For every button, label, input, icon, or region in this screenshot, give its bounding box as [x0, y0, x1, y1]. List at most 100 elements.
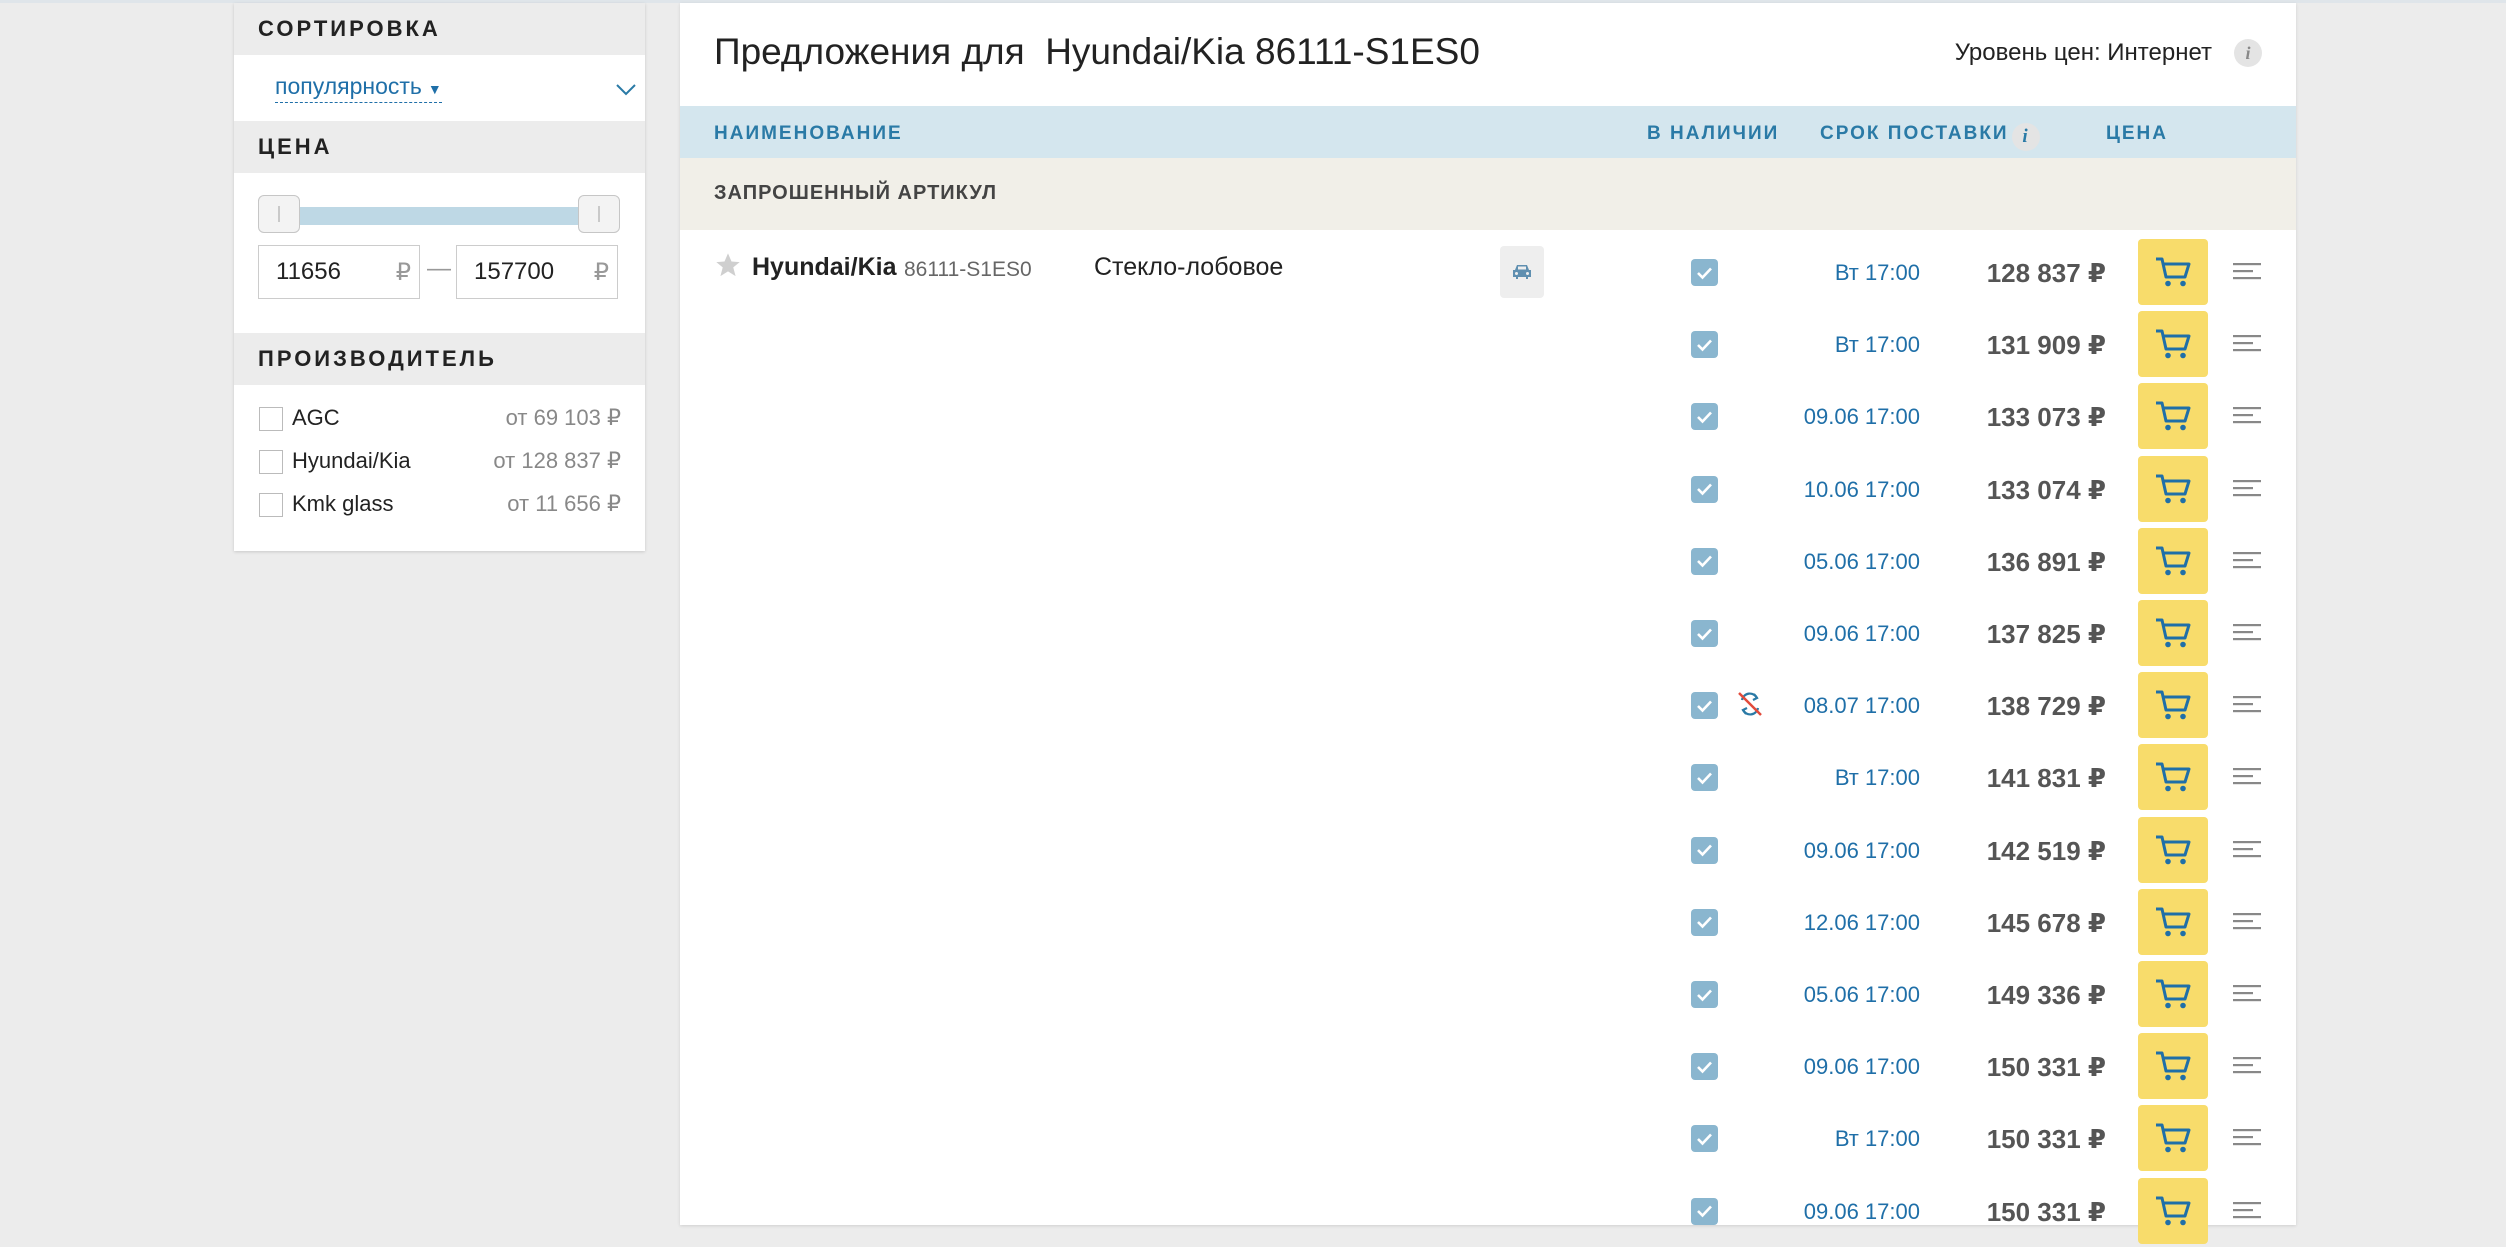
manufacturer-item-agc[interactable]: AGC от 69 103 ₽	[234, 397, 645, 440]
in-stock-checkbox[interactable]	[1691, 259, 1718, 286]
add-to-cart-button[interactable]	[2138, 888, 2208, 955]
add-to-cart-button[interactable]	[2138, 1105, 2208, 1172]
checkmark-icon	[1697, 411, 1712, 424]
filters-sidebar: СОРТИРОВКА популярность ▼ ЦЕНА 11656 ₽ — …	[234, 3, 645, 551]
add-to-cart-button[interactable]	[2138, 239, 2208, 305]
add-to-cart-button[interactable]	[2138, 455, 2208, 522]
in-stock-checkbox[interactable]	[1691, 981, 1718, 1008]
manufacturer-min-price: от 128 837 ₽	[493, 448, 621, 473]
cart-icon	[2156, 1123, 2191, 1153]
cart-icon	[2156, 618, 2191, 648]
price-slider-track[interactable]	[262, 207, 598, 225]
checkmark-icon	[1697, 844, 1712, 857]
in-stock-checkbox[interactable]	[1691, 836, 1718, 864]
cart-icon	[2156, 329, 2191, 359]
in-stock-checkbox[interactable]	[1691, 1197, 1718, 1225]
details-menu-icon[interactable]	[2231, 982, 2263, 1008]
in-stock-checkbox[interactable]	[1691, 331, 1718, 359]
details-menu-icon[interactable]	[2231, 260, 2263, 286]
price-slider-max-handle[interactable]	[578, 195, 620, 233]
delivery-date: Вт 17:00	[1834, 1126, 1920, 1152]
add-to-cart-button[interactable]	[2138, 311, 2208, 378]
manufacturer-name: Kmk glass	[292, 491, 394, 516]
manufacturer-checkbox[interactable]	[259, 493, 283, 517]
details-menu-icon[interactable]	[2231, 332, 2263, 358]
in-stock-checkbox[interactable]	[1691, 692, 1718, 720]
checkmark-icon	[1697, 267, 1712, 279]
details-menu-icon[interactable]	[2231, 404, 2263, 430]
checkmark-icon	[1697, 700, 1712, 713]
checkmark-icon	[1697, 483, 1712, 496]
checkmark-icon	[1697, 1061, 1712, 1074]
sort-value-link[interactable]: популярность ▼	[275, 73, 442, 103]
price-slider-min-handle[interactable]	[258, 195, 300, 233]
checkmark-icon	[1697, 1205, 1712, 1218]
offer-row: Вт 17:00 150 331 ₽	[680, 1102, 2296, 1174]
in-stock-checkbox[interactable]	[1691, 475, 1718, 503]
offer-price: 150 331 ₽	[1986, 1052, 2106, 1083]
offer-price: 128 837 ₽	[1986, 258, 2106, 288]
checkmark-icon	[1697, 989, 1712, 1001]
manufacturer-item-hyundai-kia[interactable]: Hyundai/Kia от 128 837 ₽	[234, 440, 645, 483]
add-to-cart-button[interactable]	[2138, 527, 2208, 594]
column-delivery: СРОК ПОСТАВКИ	[1820, 123, 2009, 144]
price-level-info-icon[interactable]: i	[2234, 39, 2262, 67]
price-filter: 11656 ₽ — 157700 ₽	[234, 173, 645, 333]
in-stock-checkbox[interactable]	[1691, 908, 1718, 936]
manufacturer-checkbox[interactable]	[259, 450, 283, 474]
details-menu-icon[interactable]	[2231, 765, 2263, 791]
details-menu-icon[interactable]	[2231, 549, 2263, 575]
add-to-cart-button[interactable]	[2138, 1033, 2208, 1100]
in-stock-checkbox[interactable]	[1691, 1053, 1718, 1081]
delivery-date: 10.06 17:00	[1803, 476, 1920, 502]
manufacturer-min-price: от 69 103 ₽	[505, 405, 621, 430]
cart-icon	[2156, 257, 2191, 287]
delivery-date: 05.06 17:00	[1803, 982, 1920, 1007]
offer-row: 09.06 17:00 150 331 ₽	[680, 1175, 2296, 1247]
add-to-cart-button[interactable]	[2138, 383, 2208, 450]
details-menu-icon[interactable]	[2231, 1199, 2263, 1225]
sort-dropdown[interactable]: популярность ▼	[234, 55, 645, 121]
offer-price: 150 331 ₽	[1986, 1196, 2106, 1227]
price-min-input[interactable]: 11656 ₽	[258, 245, 420, 299]
add-to-cart-button[interactable]	[2138, 744, 2208, 811]
cart-icon	[2156, 762, 2191, 792]
column-stock: В НАЛИЧИИ	[1647, 123, 1780, 144]
manufacturer-min-price: от 11 656 ₽	[507, 491, 621, 516]
checkmark-icon	[1697, 555, 1712, 568]
offer-price: 136 891 ₽	[1986, 546, 2106, 577]
price-max-input[interactable]: 157700 ₽	[456, 245, 618, 299]
in-stock-checkbox[interactable]	[1691, 620, 1718, 647]
in-stock-checkbox[interactable]	[1691, 764, 1718, 792]
column-name: НАИМЕНОВАНИЕ	[714, 123, 903, 144]
checkmark-icon	[1697, 916, 1712, 929]
add-to-cart-button[interactable]	[2138, 672, 2208, 739]
details-menu-icon[interactable]	[2231, 910, 2263, 936]
in-stock-checkbox[interactable]	[1691, 547, 1718, 575]
delivery-date: 09.06 17:00	[1803, 837, 1920, 863]
sort-heading: СОРТИРОВКА	[234, 3, 645, 55]
manufacturer-name: AGC	[292, 405, 340, 430]
delivery-date: Вт 17:00	[1834, 260, 1920, 285]
details-menu-icon[interactable]	[2231, 693, 2263, 719]
offer-price: 131 909 ₽	[1986, 330, 2106, 361]
details-menu-icon[interactable]	[2231, 1054, 2263, 1080]
add-to-cart-button[interactable]	[2138, 961, 2208, 1027]
add-to-cart-button[interactable]	[2138, 816, 2208, 883]
manufacturer-item-kmk-glass[interactable]: Kmk glass от 11 656 ₽	[234, 483, 645, 526]
delivery-date: 09.06 17:00	[1803, 1198, 1920, 1224]
in-stock-checkbox[interactable]	[1691, 1125, 1718, 1153]
in-stock-checkbox[interactable]	[1691, 403, 1718, 431]
add-to-cart-button[interactable]	[2138, 1177, 2208, 1244]
offer-row: 05.06 17:00 136 891 ₽	[680, 525, 2296, 597]
chevron-down-icon[interactable]	[615, 83, 637, 97]
offer-row: 05.06 17:00 149 336 ₽	[680, 958, 2296, 1030]
manufacturer-checkbox[interactable]	[259, 407, 283, 431]
offer-price: 133 074 ₽	[1986, 474, 2106, 505]
details-menu-icon[interactable]	[2231, 1126, 2263, 1152]
details-menu-icon[interactable]	[2231, 477, 2263, 503]
delivery-info-icon[interactable]: i	[2012, 123, 2040, 151]
add-to-cart-button[interactable]	[2138, 600, 2208, 666]
details-menu-icon[interactable]	[2231, 838, 2263, 864]
details-menu-icon[interactable]	[2231, 621, 2263, 647]
